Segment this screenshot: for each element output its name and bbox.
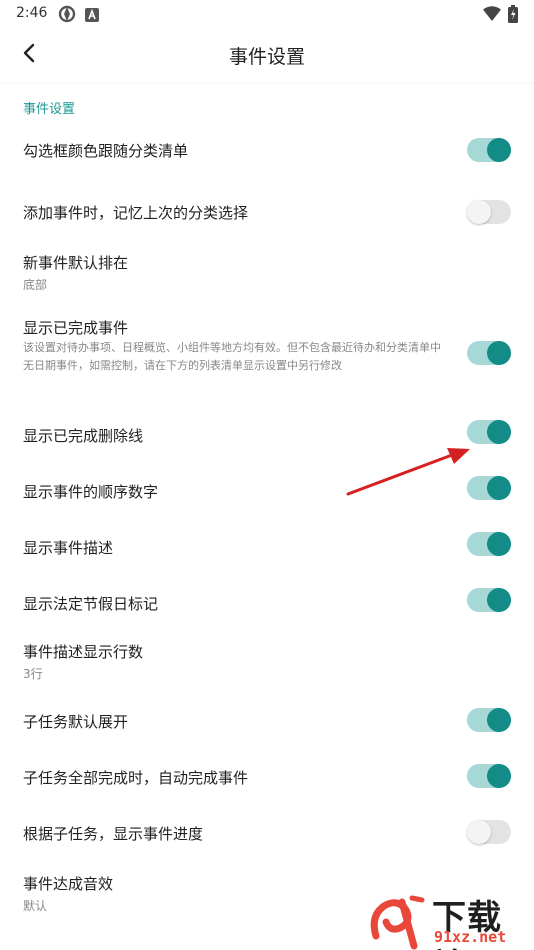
toggle-switch[interactable] bbox=[467, 820, 511, 844]
setting-label: 显示事件描述 bbox=[23, 539, 114, 557]
setting-row-holiday-mark[interactable]: 显示法定节假日标记 bbox=[0, 576, 534, 628]
setting-label: 根据子任务，显示事件进度 bbox=[23, 825, 204, 843]
setting-row-strikethrough[interactable]: 显示已完成删除线 bbox=[0, 408, 534, 460]
setting-label: 子任务全部完成时，自动完成事件 bbox=[23, 769, 249, 787]
setting-row-order-number[interactable]: 显示事件的顺序数字 bbox=[0, 464, 534, 516]
toggle-switch[interactable] bbox=[467, 476, 511, 500]
status-time: 2:46 bbox=[16, 5, 48, 21]
setting-label: 显示已完成事件 bbox=[23, 319, 129, 337]
setting-row-subtask-auto-complete[interactable]: 子任务全部完成时，自动完成事件 bbox=[0, 752, 534, 804]
setting-label: 勾选框颜色跟随分类清单 bbox=[23, 142, 189, 160]
setting-label: 添加事件时，记忆上次的分类选择 bbox=[23, 204, 249, 222]
app-header: 事件设置 bbox=[0, 28, 534, 82]
toggle-switch[interactable] bbox=[467, 588, 511, 612]
toggle-switch[interactable] bbox=[467, 200, 511, 224]
page-title: 事件设置 bbox=[228, 46, 305, 68]
setting-label: 显示法定节假日标记 bbox=[23, 595, 159, 613]
setting-row-subtask-progress[interactable]: 根据子任务，显示事件进度 bbox=[0, 808, 534, 860]
setting-row-checkbox-color[interactable]: 勾选框颜色跟随分类清单 bbox=[0, 125, 534, 177]
section-title: 事件设置 bbox=[23, 102, 76, 117]
setting-label: 显示已完成删除线 bbox=[23, 427, 144, 445]
toggle-switch[interactable] bbox=[467, 420, 511, 444]
setting-value: 3行 bbox=[23, 667, 43, 681]
toggle-switch[interactable] bbox=[467, 532, 511, 556]
setting-label: 显示事件的顺序数字 bbox=[23, 483, 159, 501]
setting-value: 默认 bbox=[23, 899, 48, 913]
toggle-switch[interactable] bbox=[467, 138, 511, 162]
setting-row-description-lines[interactable]: 事件描述显示行数 3行 bbox=[0, 634, 534, 690]
app-badge-icon bbox=[85, 7, 99, 26]
setting-row-default-position[interactable]: 新事件默认排在 底部 bbox=[0, 245, 534, 301]
battery-icon bbox=[508, 5, 518, 27]
setting-row-show-completed[interactable]: 显示已完成事件 该设置对待办事项、日程概览、小组件等地方均有效。但不包含最近待办… bbox=[0, 308, 534, 400]
watermark: 下载站 91xz.net bbox=[362, 888, 534, 950]
status-bar: 2:46 bbox=[0, 0, 534, 28]
setting-value: 底部 bbox=[23, 278, 48, 292]
setting-label: 子任务默认展开 bbox=[23, 713, 129, 731]
setting-row-subtask-expand[interactable]: 子任务默认展开 bbox=[0, 696, 534, 748]
setting-description: 该设置对待办事项、日程概览、小组件等地方均有效。但不包含最近待办和分类清单中无日… bbox=[23, 341, 441, 372]
watermark-logo bbox=[370, 895, 425, 950]
setting-label: 事件达成音效 bbox=[23, 875, 114, 893]
setting-row-show-description[interactable]: 显示事件描述 bbox=[0, 520, 534, 572]
watermark-url: 91xz.net bbox=[434, 928, 507, 946]
setting-row-remember-category[interactable]: 添加事件时，记忆上次的分类选择 bbox=[0, 185, 534, 237]
toggle-switch[interactable] bbox=[467, 708, 511, 732]
app-notification-icon bbox=[58, 5, 76, 27]
setting-label: 新事件默认排在 bbox=[23, 254, 129, 272]
setting-label: 事件描述显示行数 bbox=[23, 643, 144, 661]
wifi-icon bbox=[483, 6, 501, 26]
toggle-switch[interactable] bbox=[467, 341, 511, 365]
toggle-switch[interactable] bbox=[467, 764, 511, 788]
